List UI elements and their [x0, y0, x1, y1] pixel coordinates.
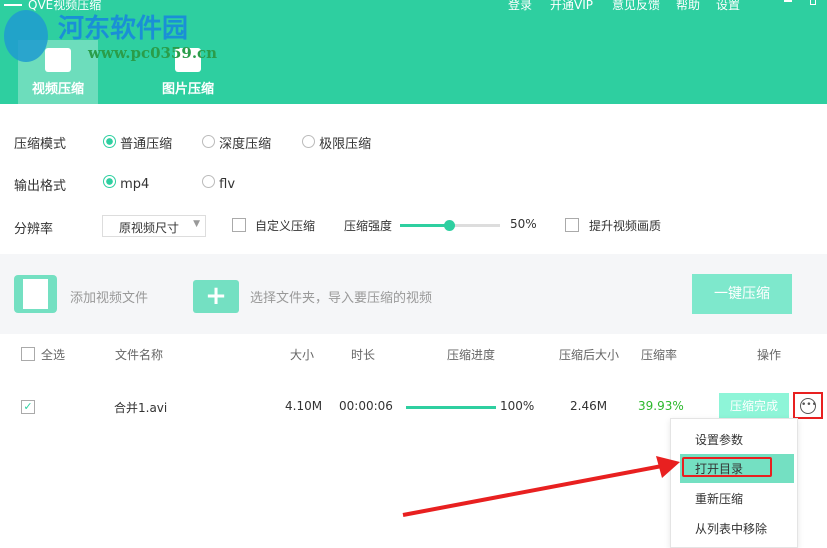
- annotation-arrow: [402, 456, 680, 517]
